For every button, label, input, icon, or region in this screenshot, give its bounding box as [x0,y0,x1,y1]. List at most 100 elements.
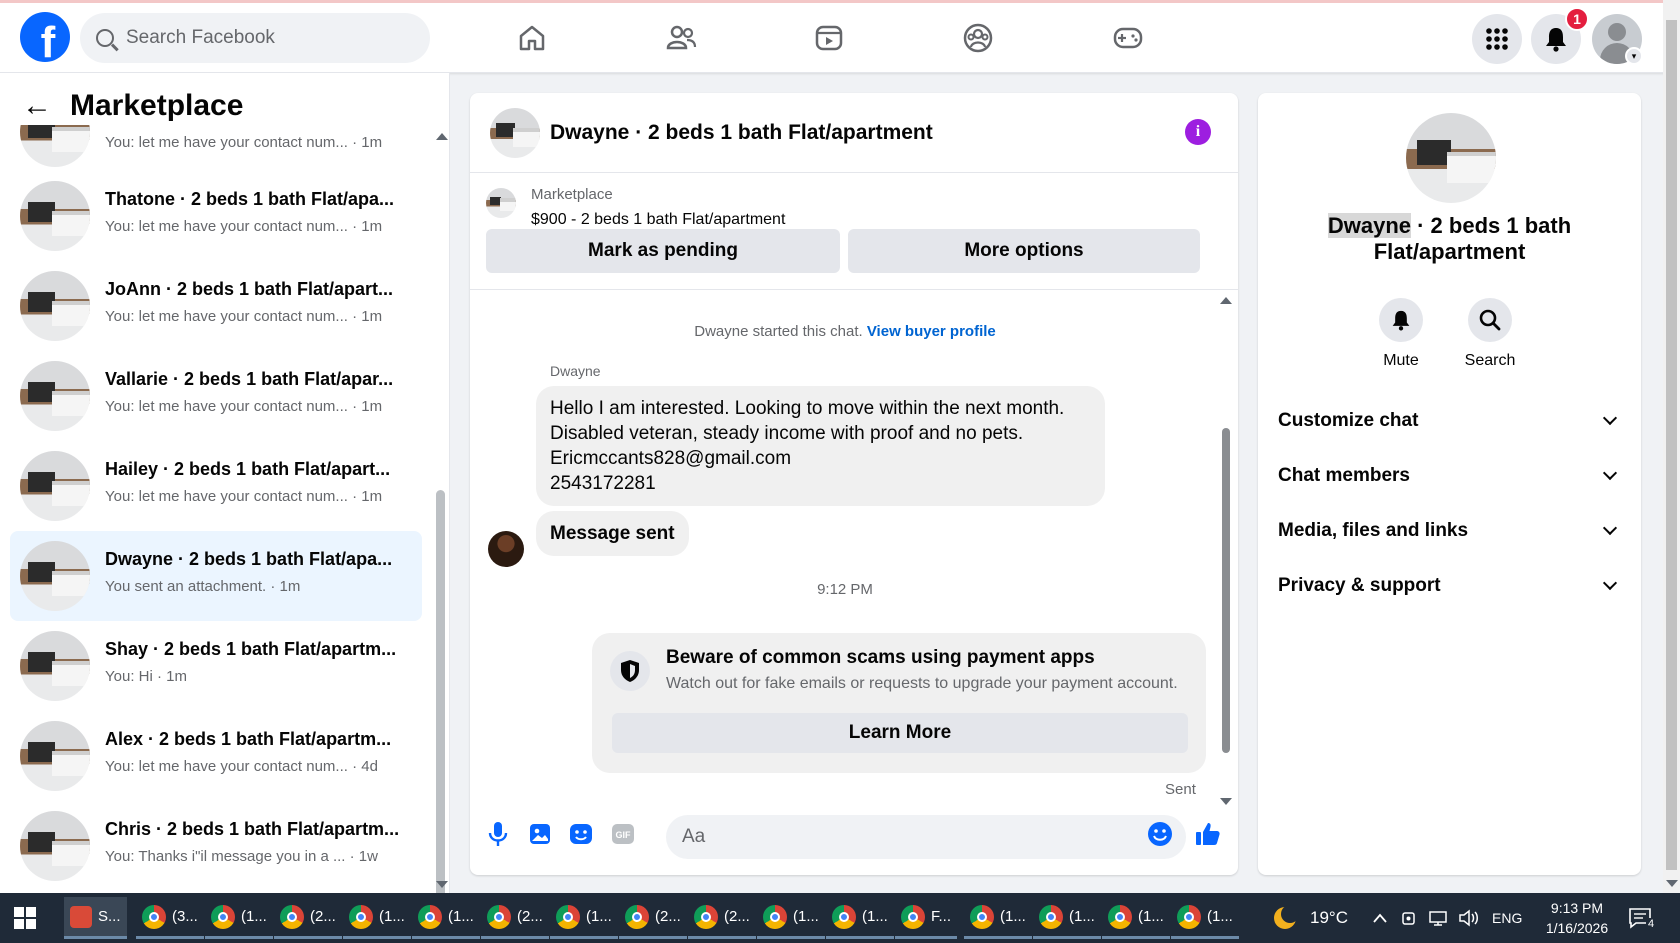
taskbar-app[interactable]: (2... [688,897,756,939]
home-icon[interactable] [512,18,552,58]
groups-icon[interactable] [958,18,998,58]
search-bar[interactable] [80,13,430,63]
conversation-item[interactable]: JoAnn · 2 beds 1 bath Flat/apart... You:… [10,261,422,351]
windows-start-icon[interactable] [14,907,36,929]
customize-chat-section[interactable]: Customize chat [1278,401,1623,441]
more-options-button[interactable]: More options [848,229,1200,273]
taskbar-app-label: (2... [310,908,336,925]
chat-title[interactable]: Dwayne · 2 beds 1 bath Flat/apartment [550,121,933,145]
chevron-down-icon[interactable]: ▾ [1625,47,1643,65]
emoji-icon[interactable] [1146,820,1174,848]
title-remainder: · 2 beds 1 bath [1411,213,1572,238]
thumbs-up-icon[interactable] [1194,820,1222,848]
volume-icon[interactable] [1458,893,1480,943]
chrome-icon [487,904,511,929]
chat-members-section[interactable]: Chat members [1278,456,1623,496]
gaming-icon[interactable] [1108,18,1148,58]
sticker-icon[interactable] [567,820,595,848]
scroll-down-arrow-icon[interactable] [1666,880,1678,887]
taskbar-app-label: (1... [241,908,267,925]
taskbar-app[interactable]: (2... [274,897,342,939]
taskbar-app[interactable]: (2... [619,897,687,939]
meet-now-icon[interactable] [1400,893,1418,943]
chevron-up-icon[interactable] [1372,893,1388,943]
message-input[interactable] [666,815,1186,859]
taskbar-app[interactable]: (1... [964,897,1032,939]
conversation-item[interactable]: You: let me have your contact num... · 1… [10,125,422,177]
scrollbar-thumb[interactable] [1222,428,1230,753]
view-buyer-profile-link[interactable]: View buyer profile [867,323,996,340]
thread-scrollbar[interactable] [1220,293,1232,805]
taskbar-app[interactable]: (1... [1171,897,1239,939]
media-files-links-section[interactable]: Media, files and links [1278,511,1623,551]
sender-avatar[interactable] [488,531,524,567]
privacy-support-section[interactable]: Privacy & support [1278,566,1623,606]
taskbar-app[interactable]: (2... [481,897,549,939]
taskbar-app[interactable]: (1... [826,897,894,939]
mute-action[interactable]: Mute [1361,298,1441,370]
top-accent-line [0,0,1680,3]
incoming-message-bubble[interactable]: Hello I am interested. Looking to move w… [536,386,1105,506]
taskbar-app[interactable]: S... [64,897,127,939]
friends-icon[interactable] [661,18,701,58]
listing-thumbnail [20,451,90,521]
scrollbar-thumb[interactable] [1666,20,1677,870]
taskbar-app[interactable]: (1... [550,897,618,939]
weather-widget[interactable]: 19°C [1270,893,1348,943]
listing-price-title[interactable]: $900 - 2 beds 1 bath Flat/apartment [531,211,785,229]
conversation-item[interactable]: Alex · 2 beds 1 bath Flat/apartm... You:… [10,711,422,801]
chrome-icon [694,904,718,929]
taskbar-app[interactable]: (1... [1102,897,1170,939]
info-icon[interactable]: i [1185,119,1211,145]
facebook-logo[interactable]: f [20,12,70,62]
photo-icon[interactable] [526,820,554,848]
conversation-item-active[interactable]: Dwayne · 2 beds 1 bath Flat/apa... You s… [10,531,422,621]
message-sent-bubble[interactable]: Message sent [536,511,689,556]
bell-icon [1379,298,1423,342]
menu-grid-button[interactable] [1472,14,1522,64]
listing-thumbnail [20,541,90,611]
taskbar-app[interactable]: (3... [136,897,204,939]
conversation-item[interactable]: Thatone · 2 beds 1 bath Flat/apa... You:… [10,171,422,261]
conversation-item[interactable]: Vallarie · 2 beds 1 bath Flat/apar... Yo… [10,351,422,441]
scrollbar-thumb[interactable] [436,490,445,927]
marketplace-label: Marketplace [531,186,613,203]
scroll-up-arrow-icon[interactable] [436,133,448,140]
search-input[interactable] [126,27,396,49]
learn-more-button[interactable]: Learn More [612,713,1188,753]
listing-thumbnail[interactable] [490,108,540,158]
avatar-head-shape [1608,23,1626,41]
watch-icon[interactable] [809,18,849,58]
scroll-up-arrow-icon[interactable] [1220,297,1232,304]
action-center-icon[interactable]: 4 [1628,893,1657,943]
taskbar-app[interactable]: (1... [412,897,480,939]
chrome-icon [832,904,856,929]
top-navigation-bar: f 1 ▾ [0,0,1680,73]
taskbar-app[interactable]: (1... [1033,897,1101,939]
scroll-down-arrow-icon[interactable] [436,881,448,888]
network-icon[interactable] [1428,893,1448,943]
taskbar-app[interactable]: F... [895,897,958,939]
mark-as-pending-button[interactable]: Mark as pending [486,229,840,273]
taskbar-app[interactable]: (1... [205,897,273,939]
page-scrollbar[interactable] [1663,0,1680,893]
back-arrow-icon[interactable]: ← [22,89,52,123]
search-action[interactable]: Search [1450,298,1530,370]
listing-thumbnail[interactable] [486,188,516,218]
language-indicator[interactable]: ENG [1492,893,1522,943]
conversation-title: Hailey · 2 beds 1 bath Flat/apart... [105,459,391,479]
chevron-down-icon [1602,575,1618,591]
conversation-item[interactable]: Hailey · 2 beds 1 bath Flat/apart... You… [10,441,422,531]
conversation-item[interactable]: Shay · 2 beds 1 bath Flat/apartm... You:… [10,621,422,711]
conversation-list-scrollbar[interactable] [436,125,448,927]
scroll-down-arrow-icon[interactable] [1220,798,1232,805]
conversation-preview: You: let me have your contact num... · 1… [105,398,383,415]
microphone-icon[interactable] [484,820,512,848]
conversation-item[interactable]: Chris · 2 beds 1 bath Flat/apartm... You… [10,801,422,891]
conversation-title: Chris · 2 beds 1 bath Flat/apartm... [105,819,400,839]
listing-large-thumbnail[interactable] [1406,113,1496,203]
taskbar-app[interactable]: (1... [757,897,825,939]
taskbar-app[interactable]: (1... [343,897,411,939]
gif-icon[interactable]: GIF [609,820,637,848]
clock[interactable]: 9:13 PM 1/16/2026 [1532,893,1622,943]
